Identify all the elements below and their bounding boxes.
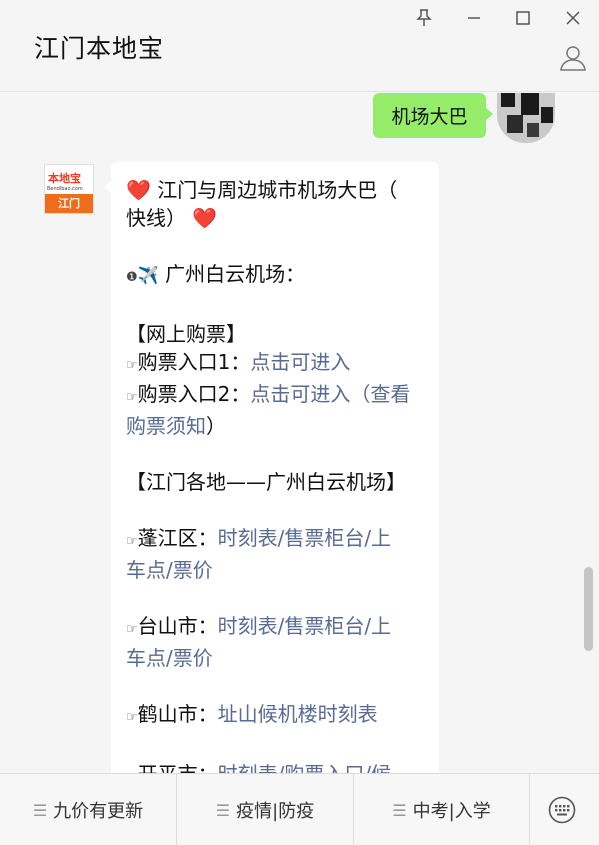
avatar-brand: 本地宝 <box>48 172 81 185</box>
pointing-hand-icon: ☞ <box>126 710 138 725</box>
entry2-open: （ <box>350 382 371 406</box>
title-bar: 江门本地宝 <box>0 0 599 92</box>
maximize-icon[interactable] <box>508 4 538 32</box>
taishan-link[interactable]: 时刻表/售票柜台/上 <box>218 614 391 638</box>
heart-icon: ❤️ <box>192 206 218 230</box>
kaiping-link[interactable]: 时刻表/购票入口/候 <box>218 762 391 773</box>
chat-scrollbar[interactable] <box>584 567 593 651</box>
pointing-hand-icon: ☞ <box>126 390 138 405</box>
pengjiang-link[interactable]: 时刻表/售票柜台/上 <box>218 526 391 550</box>
bottom-menu: ☰ 九价有更新 ☰ 疫情|防疫 ☰ 中考|入学 <box>0 773 599 845</box>
section-online-ticket: 【网上购票】 <box>126 322 246 346</box>
outgoing-message-text: 机场大巴 <box>391 106 468 128</box>
incoming-message: ❤️ 江门与周边城市机场大巴（ 快线） ❤️ ❶✈️ 广州白云机场： 【网上购票… <box>104 162 439 773</box>
outgoing-message[interactable]: 机场大巴 <box>373 93 493 138</box>
avatar-site: Bendibao.com <box>47 186 83 192</box>
menu-lines-icon: ☰ <box>215 800 231 820</box>
menu-item-exam[interactable]: ☰ 中考|入学 <box>354 774 530 845</box>
pengjiang-label: 蓬江区： <box>137 526 218 550</box>
profile-icon[interactable] <box>558 43 588 73</box>
message-title-line1: 江门与周边城市机场大巴（ <box>157 178 398 202</box>
menu-item-hpv[interactable]: ☰ 九价有更新 <box>0 774 177 845</box>
chat-area[interactable]: 机场大巴 本地宝 Bendibao.com 江门 ❤️ 江门与周边城市机场大巴（… <box>0 93 599 773</box>
self-avatar[interactable] <box>497 93 555 143</box>
entry2-label: 购票入口2： <box>137 382 251 406</box>
menu-item-label: 九价有更新 <box>53 801 144 822</box>
pengjiang-link-cont[interactable]: 车点/票价 <box>126 558 213 582</box>
number-marker: ❶ <box>126 270 138 285</box>
menu-item-epidemic[interactable]: ☰ 疫情|防疫 <box>177 774 354 845</box>
airplane-icon: ✈️ <box>137 266 159 286</box>
menu-item-label: 疫情|防疫 <box>236 801 315 822</box>
pointing-hand-icon: ☞ <box>126 622 138 637</box>
taishan-link-cont[interactable]: 车点/票价 <box>126 646 213 670</box>
pin-icon[interactable] <box>409 4 439 32</box>
message-title-line2: 快线） <box>126 206 186 230</box>
kaiping-label: 开平市： <box>138 762 218 773</box>
notice-link-cont[interactable]: 购票须知 <box>126 414 206 438</box>
notice-link[interactable]: 查看 <box>370 382 410 406</box>
heshan-link[interactable]: 址山候机楼时刻表 <box>218 702 378 726</box>
bot-avatar[interactable]: 本地宝 Bendibao.com 江门 <box>44 164 94 214</box>
chat-title: 江门本地宝 <box>34 34 165 63</box>
menu-lines-icon: ☰ <box>392 800 407 820</box>
entry1-label: 购票入口1： <box>137 350 251 374</box>
keyboard-icon[interactable] <box>548 796 576 824</box>
entry2-close: ） <box>206 414 226 438</box>
entry1-link[interactable]: 点击可进入 <box>250 350 350 374</box>
avatar-city: 江门 <box>45 194 93 213</box>
entry2-link[interactable]: 点击可进入 <box>250 382 350 406</box>
pointing-hand-icon: ☞ <box>126 534 138 549</box>
menu-lines-icon: ☰ <box>32 800 48 820</box>
heart-icon: ❤️ <box>126 178 151 202</box>
close-icon[interactable] <box>558 4 588 32</box>
section-route: 【江门各地——广州白云机场】 <box>126 470 406 494</box>
airport-heading: 广州白云机场： <box>158 262 306 286</box>
minimize-icon[interactable] <box>459 4 489 32</box>
pointing-hand-icon: ☞ <box>126 358 138 373</box>
taishan-label: 台山市： <box>137 614 218 638</box>
heshan-label: 鹤山市： <box>137 702 218 726</box>
menu-item-label: 中考|入学 <box>412 801 491 822</box>
